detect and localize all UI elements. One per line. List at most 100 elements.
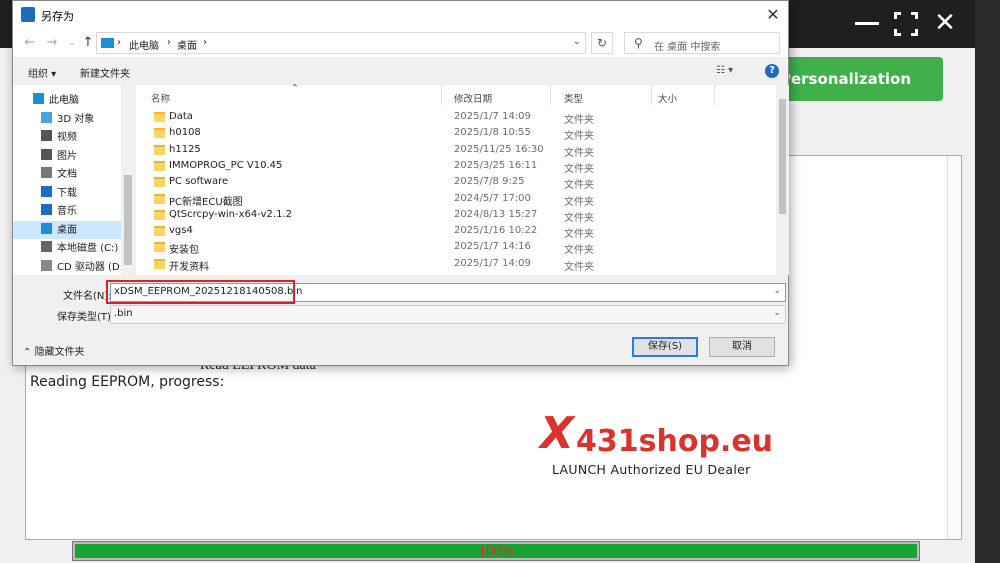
folder-icon (154, 144, 165, 155)
sidebar-item[interactable]: CD 驱动器 (D:) (41, 258, 127, 276)
file-name: PC software (169, 176, 229, 188)
download-icon (41, 185, 52, 197)
sidebar-item-label: 文档 (57, 169, 77, 180)
file-name: QtScrcpy-win-x64-v2.1.2 (169, 208, 292, 220)
search-input[interactable]: ⚲ 在 桌面 中搜索 (624, 32, 780, 54)
sidebar-item[interactable]: 图片 (41, 147, 77, 165)
file-modified: 2025/3/25 16:11 (454, 159, 538, 171)
back-arrow-icon[interactable]: ← (21, 34, 39, 52)
sidebar-item-label: 音乐 (57, 206, 77, 217)
sidebar-item[interactable]: 本地磁盘 (C:) (41, 239, 118, 257)
up-arrow-icon[interactable]: ↑ (79, 34, 97, 52)
sidebar-item[interactable]: 桌面 (13, 220, 121, 239)
file-row[interactable]: 安装包 2025/1/7 14:16 文件夹 (136, 240, 776, 256)
sidebar-item[interactable]: 下载 (41, 184, 77, 202)
filename-label: 文件名(N): (63, 291, 112, 302)
file-row[interactable]: 开发资料 2025/1/7 14:09 文件夹 (136, 257, 776, 273)
drive-icon (41, 241, 52, 252)
close-icon[interactable]: ✕ (930, 10, 960, 38)
file-modified: 2024/5/7 17:00 (454, 192, 531, 204)
help-icon[interactable]: ? (765, 64, 779, 78)
file-type: 文件夹 (564, 147, 594, 159)
file-name: vgs4 (169, 225, 193, 237)
save-as-dialog: 另存为 ✕ ← → ⌄ ↑ › 此电脑 › 桌面 › ⌄ ↻ ⚲ 在 桌面 中搜… (12, 0, 789, 366)
file-modified: 2025/1/7 14:16 (454, 241, 531, 253)
folder-icon (154, 128, 165, 139)
filetype-select[interactable]: .bin ⌄ (110, 305, 786, 324)
organize-menu[interactable]: 组织 ▾ (28, 65, 56, 80)
file-name: 开发资料 (169, 261, 209, 273)
progress-bar: 100% (72, 541, 920, 561)
column-header-type[interactable]: 类型 (564, 91, 583, 105)
dialog-title: 另存为 (41, 10, 74, 23)
app-background: ✕ Personalization Read EEPROM data Readi… (0, 0, 1000, 563)
file-type: 文件夹 (564, 115, 594, 126)
folder-icon (154, 226, 165, 237)
file-modified: 2025/1/7 14:09 (454, 111, 531, 122)
sidebar-item-label: 桌面 (57, 224, 77, 236)
filename-highlight-box (106, 280, 295, 304)
folder-icon (154, 193, 165, 204)
new-folder-button[interactable]: 新建文件夹 (80, 65, 130, 80)
file-row[interactable]: QtScrcpy-win-x64-v2.1.2 2024/8/13 15:27 文件… (136, 208, 776, 224)
column-header-size[interactable]: 大小 (658, 91, 677, 105)
file-modified: 2025/1/16 10:22 (454, 225, 538, 237)
file-row[interactable]: PC software 2025/7/8 9:25 文件夹 (136, 175, 776, 191)
file-row[interactable]: h0108 2025/1/8 10:55 文件夹 (136, 126, 776, 142)
file-row[interactable]: h1125 2025/11/25 16:30 文件夹 (136, 143, 776, 159)
file-type: 文件夹 (564, 163, 594, 175)
sidebar-item[interactable]: 3D 对象 (41, 110, 94, 128)
file-type: 文件夹 (564, 229, 594, 241)
file-list-scrollbar[interactable] (776, 85, 789, 275)
file-row[interactable]: vgs4 2025/1/16 10:22 文件夹 (136, 224, 776, 240)
column-header-modified[interactable]: 修改日期 (454, 91, 492, 105)
sidebar-item[interactable]: 此电脑 (33, 91, 79, 109)
sidebar-item[interactable]: 音乐 (41, 202, 77, 220)
save-button[interactable]: 保存(S) (632, 337, 698, 357)
personalization-button[interactable]: Personalization (765, 57, 943, 101)
breadcrumb-item[interactable]: 此电脑 (129, 37, 159, 52)
sidebar-item[interactable]: 文档 (41, 165, 77, 183)
folder-icon (154, 209, 165, 220)
file-type: 文件夹 (564, 212, 594, 224)
watermark-brand: 431shop.eu (576, 424, 774, 459)
column-header-name[interactable]: 名称 (151, 91, 170, 105)
forward-arrow-icon[interactable]: → (43, 34, 61, 52)
hide-folders-toggle[interactable]: ⌃ 隐藏文件夹 (23, 343, 85, 358)
log-line: Reading EEPROM, progress: (30, 374, 225, 390)
cancel-button[interactable]: 取消 (709, 337, 775, 357)
minimize-icon[interactable] (853, 10, 883, 38)
music-icon (41, 204, 52, 215)
scrollbar-thumb[interactable] (124, 175, 132, 265)
dialog-close-icon[interactable]: ✕ (758, 1, 788, 29)
chevron-down-icon[interactable]: ⌄ (573, 36, 581, 47)
file-name: Data (169, 111, 193, 122)
chevron-down-icon[interactable]: ⌄ (773, 286, 781, 296)
file-type: 文件夹 (564, 261, 594, 273)
folder-icon (154, 160, 165, 171)
sidebar-item[interactable]: 视频 (41, 128, 77, 146)
watermark-x: X (540, 408, 574, 459)
refresh-icon[interactable]: ↻ (591, 32, 613, 54)
file-list: 名称 ⌃ 修改日期 类型 大小 Data 2025/1/7 14:09 文件夹 h01… (136, 83, 789, 275)
documents-icon (41, 167, 52, 178)
file-row[interactable]: Data 2025/1/7 14:09 文件夹 (136, 110, 776, 126)
chevron-up-icon: ⌃ (23, 347, 35, 358)
cd-drive-icon (41, 259, 52, 271)
breadcrumb-item[interactable]: 桌面 (177, 37, 197, 52)
file-modified: 2025/1/7 14:09 (454, 257, 531, 269)
address-bar[interactable]: › 此电脑 › 桌面 › ⌄ (96, 32, 586, 54)
file-modified: 2025/1/8 10:55 (454, 127, 531, 139)
file-row[interactable]: PC新增ECU截图 2024/5/7 17:00 文件夹 (136, 192, 776, 208)
maximize-icon[interactable] (892, 10, 920, 38)
file-row[interactable]: IMMOPROG_PC V10.45 2025/3/25 16:11 文件夹 (136, 159, 776, 175)
log-scrollbar[interactable] (947, 156, 961, 539)
filetype-value: .bin (114, 308, 133, 319)
nav-scrollbar[interactable] (121, 85, 135, 275)
scrollbar-thumb[interactable] (779, 99, 786, 214)
sidebar-item-label: 下载 (57, 187, 77, 199)
dialog-toolbar: 组织 ▾ 新建文件夹 ☷ ▾ ? (13, 59, 788, 84)
file-modified: 2025/11/25 16:30 (454, 143, 544, 155)
view-options-icon[interactable]: ☷ ▾ (716, 65, 733, 76)
chevron-down-icon[interactable]: ⌄ (773, 308, 781, 318)
